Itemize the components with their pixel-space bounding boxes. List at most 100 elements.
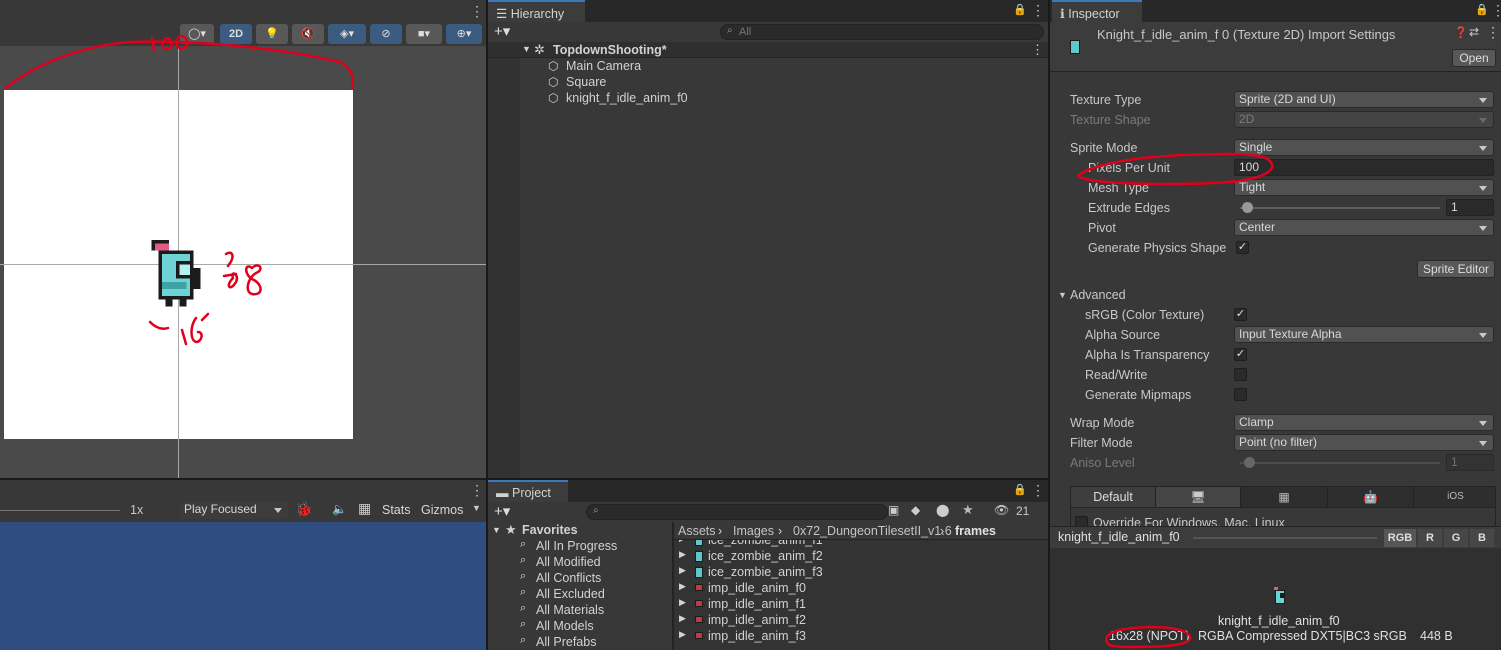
file-item[interactable]: ice_zombie_anim_f1 bbox=[708, 540, 823, 547]
texture-type-dropdown[interactable]: Sprite (2D and UI) bbox=[1234, 91, 1494, 108]
search-by-label-icon[interactable]: ◆ bbox=[911, 503, 920, 517]
scene-root-arrow-icon[interactable]: ▼ bbox=[522, 44, 531, 54]
tab-project[interactable]: ▬ Project bbox=[488, 480, 568, 502]
breadcrumb-item[interactable]: frames bbox=[955, 524, 996, 538]
scene-root-label[interactable]: TopdownShooting* bbox=[553, 43, 667, 57]
hierarchy-item[interactable]: Main Camera bbox=[566, 59, 641, 73]
file-item[interactable]: imp_idle_anim_f2 bbox=[708, 613, 806, 627]
favorite-item[interactable]: All Models bbox=[536, 619, 594, 633]
game-canvas[interactable] bbox=[0, 522, 486, 650]
search-icon: ⌕ bbox=[520, 538, 527, 550]
favorite-item[interactable]: All Prefabs bbox=[536, 635, 596, 649]
project-panel: ▬ Project 🔒 ⋮ +▾ ⌕ ▣ ◆ ⬤ ★ 👁 21 ▼ ★ Favo… bbox=[488, 480, 1048, 650]
header-menu-icon[interactable]: ⋮ bbox=[1486, 24, 1500, 41]
inspector-header: Knight_f_idle_anim_f 0 (Texture 2D) Impo… bbox=[1050, 22, 1501, 72]
texture-asset-icon bbox=[1070, 40, 1080, 54]
hierarchy-panel: ☰ Hierarchy 🔒 ⋮ +▾ ⌕ All ▼ ✲ TopdownShoo… bbox=[488, 0, 1048, 478]
info-icon: ℹ bbox=[1060, 7, 1069, 21]
mute-audio-icon[interactable]: 🔈 bbox=[332, 502, 347, 516]
expand-arrow-icon[interactable]: ▶ bbox=[679, 565, 686, 576]
hidden-count: 21 bbox=[1016, 504, 1030, 518]
annotation-scene bbox=[4, 34, 354, 346]
breadcrumb-item[interactable]: Images bbox=[733, 524, 774, 538]
stats-button[interactable]: Stats bbox=[382, 503, 411, 517]
breadcrumb-separator-icon: › bbox=[940, 524, 945, 538]
favorite-item[interactable]: All Modified bbox=[536, 555, 601, 569]
expand-arrow-icon[interactable]: ▶ bbox=[679, 613, 686, 624]
tab-inspector[interactable]: ℹ Inspector bbox=[1052, 0, 1142, 22]
sprite-file-icon bbox=[695, 616, 703, 623]
favorite-item[interactable]: All Materials bbox=[536, 603, 604, 617]
file-rows: ▶ice_zombie_anim_f1 ▶ice_zombie_anim_f2 … bbox=[674, 540, 1048, 650]
lock-icon[interactable]: 🔒 bbox=[1475, 3, 1489, 16]
favorites-label[interactable]: Favorites bbox=[522, 523, 578, 537]
unity-scene-icon: ✲ bbox=[534, 42, 545, 57]
breadcrumb-separator-icon: › bbox=[718, 524, 723, 538]
add-object-button[interactable]: +▾ bbox=[494, 22, 510, 40]
inspector-title: Knight_f_idle_anim_f 0 (Texture 2D) Impo… bbox=[1097, 27, 1396, 42]
project-menu-icon[interactable]: ⋮ bbox=[1031, 482, 1045, 499]
grid-icon[interactable]: ▦ bbox=[358, 500, 371, 517]
favorite-item[interactable]: All Excluded bbox=[536, 587, 605, 601]
gameobject-icon: ⬡ bbox=[548, 75, 559, 89]
favorite-item[interactable]: All In Progress bbox=[536, 539, 617, 553]
breadcrumb-item[interactable]: Assets bbox=[678, 524, 716, 538]
scene-root-menu-icon[interactable]: ⋮ bbox=[1031, 42, 1044, 58]
hierarchy-item[interactable]: knight_f_idle_anim_f0 bbox=[566, 91, 688, 105]
search-icon: ⌕ bbox=[520, 586, 527, 598]
game-view[interactable]: ⋮ 1x Play Focused 🐞 🔈 ▦ Stats Gizmos ▼ bbox=[0, 480, 486, 650]
search-icon: ⌕ bbox=[520, 554, 527, 566]
create-asset-button[interactable]: +▾ bbox=[494, 502, 510, 520]
expand-arrow-icon[interactable]: ▶ bbox=[679, 597, 686, 608]
gizmos-button[interactable]: Gizmos bbox=[421, 503, 463, 517]
play-mode-dropdown[interactable]: Play Focused bbox=[180, 502, 288, 519]
scale-slider[interactable] bbox=[0, 510, 120, 511]
preset-icon[interactable]: ⇄ bbox=[1469, 25, 1479, 39]
hierarchy-search-input[interactable]: ⌕ All bbox=[720, 24, 1044, 40]
lock-icon[interactable]: 🔒 bbox=[1013, 483, 1027, 496]
sprite-file-icon bbox=[695, 551, 703, 562]
hierarchy-menu-icon[interactable]: ⋮ bbox=[1031, 2, 1045, 19]
inspector-menu-icon[interactable]: ⋮ bbox=[1491, 2, 1501, 19]
texture-shape-dropdown: 2D bbox=[1234, 111, 1494, 128]
file-item[interactable]: imp_idle_anim_f1 bbox=[708, 597, 806, 611]
favorites-arrow-icon[interactable]: ▼ bbox=[492, 525, 501, 535]
hierarchy-list: ▼ ✲ TopdownShooting* ⋮ ⬡ Main Camera ⬡ S… bbox=[488, 42, 1048, 478]
expand-arrow-icon[interactable]: ▶ bbox=[679, 581, 686, 592]
tab-hierarchy[interactable]: ☰ Hierarchy bbox=[488, 0, 585, 22]
list-icon: ☰ bbox=[496, 7, 511, 21]
breadcrumb-item[interactable]: 0x72_DungeonTilesetII_v1.6 bbox=[793, 524, 952, 538]
search-icon: ⌕ bbox=[593, 505, 599, 516]
open-button[interactable]: Open bbox=[1452, 49, 1496, 67]
gameobject-icon: ⬡ bbox=[548, 91, 559, 105]
favorite-item[interactable]: All Conflicts bbox=[536, 571, 601, 585]
hidden-packages-icon[interactable]: 👁 bbox=[994, 503, 1009, 517]
texture-shape-label: Texture Shape bbox=[1070, 113, 1151, 127]
search-by-importlog-icon[interactable]: ⬤ bbox=[936, 503, 949, 517]
file-item[interactable]: ice_zombie_anim_f3 bbox=[708, 565, 823, 579]
annotation-inspector bbox=[1077, 152, 1274, 649]
bug-icon[interactable]: 🐞 bbox=[295, 501, 312, 518]
texture-type-label: Texture Type bbox=[1070, 93, 1142, 107]
hierarchy-item[interactable]: Square bbox=[566, 75, 606, 89]
project-tabbar bbox=[488, 480, 1048, 502]
game-menu-icon[interactable]: ⋮ bbox=[470, 482, 484, 499]
help-icon[interactable]: ❓ bbox=[1454, 26, 1468, 39]
expand-arrow-icon[interactable]: ▶ bbox=[679, 629, 686, 640]
project-search-input[interactable]: ⌕ bbox=[586, 504, 888, 520]
file-item[interactable]: ice_zombie_anim_f2 bbox=[708, 549, 823, 563]
gizmos-dropdown-icon[interactable]: ▼ bbox=[472, 503, 481, 513]
expand-arrow-icon[interactable]: ▶ bbox=[679, 549, 686, 560]
scale-value: 1x bbox=[130, 503, 144, 517]
search-icon: ⌕ bbox=[520, 602, 527, 614]
expand-arrow-icon[interactable]: ▶ bbox=[679, 540, 686, 544]
folder-icon: ▬ bbox=[496, 486, 512, 500]
lock-icon[interactable]: 🔒 bbox=[1013, 3, 1027, 16]
favorite-star-icon[interactable]: ★ bbox=[962, 502, 974, 518]
search-by-type-icon[interactable]: ▣ bbox=[888, 503, 899, 517]
file-item[interactable]: imp_idle_anim_f3 bbox=[708, 629, 806, 643]
search-icon: ⌕ bbox=[727, 25, 733, 36]
gameobject-icon: ⬡ bbox=[548, 59, 559, 73]
file-item[interactable]: imp_idle_anim_f0 bbox=[708, 581, 806, 595]
breadcrumb-separator-icon: › bbox=[778, 524, 783, 538]
